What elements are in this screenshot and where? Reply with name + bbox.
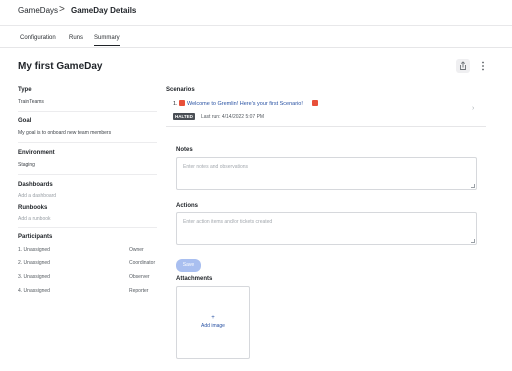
plus-icon: +	[211, 315, 215, 321]
participant-name[interactable]: 3. Unassigned	[18, 274, 50, 280]
participant-name[interactable]: 2. Unassigned	[18, 260, 50, 266]
add-runbook-link[interactable]: Add a runbook	[18, 216, 51, 222]
attachments-label: Attachments	[176, 276, 213, 282]
divider	[18, 227, 157, 228]
last-run-text: Last run: 4/14/2022 5:07 PM	[201, 113, 265, 120]
divider	[18, 142, 157, 143]
resize-handle-icon[interactable]	[471, 184, 475, 188]
chevron-right-icon: ›	[472, 105, 475, 112]
more-vertical-icon	[482, 61, 484, 71]
tab-bar: Configuration Runs Summary	[0, 30, 512, 48]
actions-label: Actions	[176, 203, 199, 209]
breadcrumb-current: GameDay Details	[71, 6, 137, 15]
scenarios-label: Scenarios	[166, 87, 195, 93]
divider	[18, 111, 157, 112]
participant-role: Reporter	[129, 288, 149, 294]
notes-placeholder: Enter notes and observations	[183, 164, 249, 170]
tab-runs[interactable]: Runs	[69, 35, 83, 41]
add-dashboard-link[interactable]: Add a dashboard	[18, 193, 56, 199]
page-title: My first GameDay	[18, 61, 103, 72]
environment-value: Staging	[18, 162, 35, 168]
status-badge: HALTED	[173, 113, 195, 120]
participant-role: Observer	[129, 274, 150, 280]
breadcrumb-gamedays-link[interactable]: GameDays	[18, 6, 58, 15]
tab-configuration[interactable]: Configuration	[20, 35, 56, 41]
gift-emoji-icon	[179, 100, 185, 106]
participants-label: Participants	[18, 234, 53, 240]
actions-textarea[interactable]: Enter action items and/or tickets create…	[176, 212, 477, 245]
divider	[18, 174, 157, 175]
goal-value: My goal is to onboard new team members	[18, 130, 112, 136]
save-button[interactable]: Save	[176, 259, 201, 272]
tab-summary[interactable]: Summary	[94, 35, 120, 46]
gift-emoji-icon	[312, 100, 318, 106]
add-image-label: Add image	[201, 323, 225, 329]
scenario-number: 1.	[173, 101, 178, 107]
actions-placeholder: Enter action items and/or tickets create…	[183, 219, 273, 225]
share-icon	[460, 61, 466, 70]
top-bar: GameDays > GameDay Details	[0, 0, 512, 26]
add-image-dropzone[interactable]: + Add image	[176, 286, 250, 359]
share-button[interactable]	[456, 59, 470, 73]
notes-label: Notes	[176, 147, 193, 153]
more-options-button[interactable]	[476, 59, 490, 73]
resize-handle-icon[interactable]	[471, 239, 475, 243]
runbooks-label: Runbooks	[18, 205, 48, 211]
goal-label: Goal	[18, 118, 32, 124]
scenario-row[interactable]: 1. Welcome to Gremlin! Here's your first…	[166, 96, 486, 127]
notes-textarea[interactable]: Enter notes and observations	[176, 157, 477, 190]
type-value: TrainTeams	[18, 99, 44, 105]
type-label: Type	[18, 87, 32, 93]
scenario-title-link[interactable]: Welcome to Gremlin! Here's your first Sc…	[187, 101, 303, 107]
participant-role: Coordinator	[129, 260, 156, 266]
environment-label: Environment	[18, 150, 55, 156]
participant-name[interactable]: 1. Unassigned	[18, 247, 50, 253]
participant-name[interactable]: 4. Unassigned	[18, 288, 50, 294]
participant-role: Owner	[129, 247, 144, 253]
dashboards-label: Dashboards	[18, 182, 53, 188]
breadcrumb-separator-icon: >	[59, 4, 65, 15]
